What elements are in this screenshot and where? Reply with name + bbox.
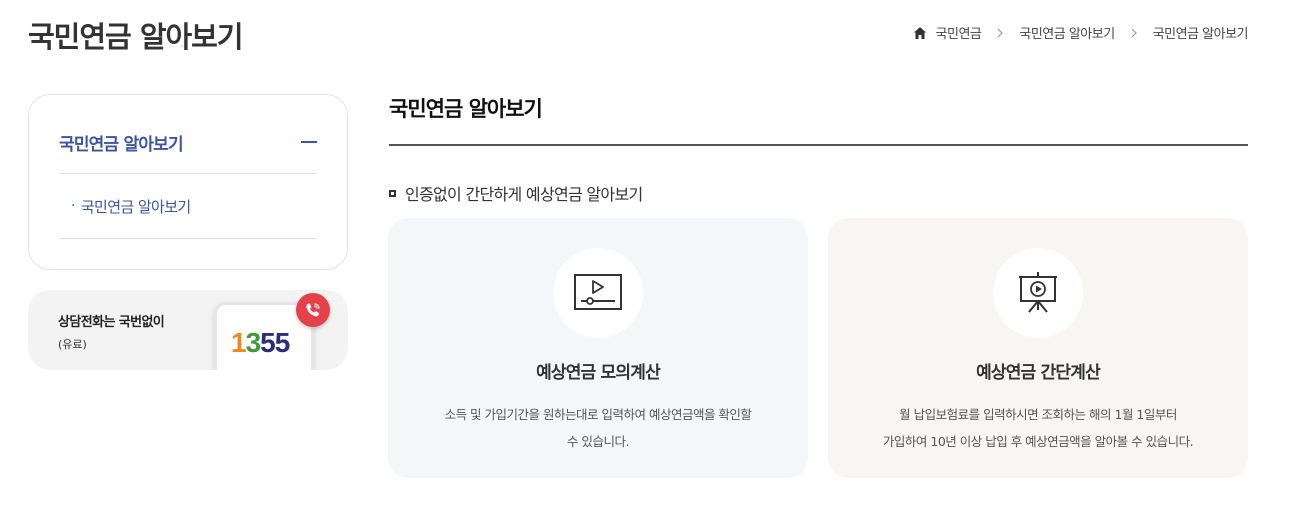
section-heading-label: 인증없이 간단하게 예상연금 알아보기 (405, 185, 643, 204)
side-menu-item-label: 국민연금 알아보기 (80, 197, 191, 216)
card-title: 예상연금 간단계산 (976, 363, 1101, 383)
breadcrumb-item-2[interactable]: 국민연금 알아보기 (1019, 23, 1115, 42)
breadcrumb-item-3[interactable]: 국민연금 알아보기 (1153, 23, 1249, 42)
card-description: 월 납입보험료를 입력하시면 조회하는 해의 1월 1일부터 가입하여 10년 … (882, 407, 1194, 449)
side-menu-item[interactable]: · 국민연금 알아보기 (59, 174, 317, 239)
content-title: 국민연금 알아보기 (389, 97, 543, 121)
call-sub: (유료) (58, 338, 87, 351)
square-bullet-icon (389, 189, 396, 197)
card-description: 소득 및 가입기간을 원하는대로 입력하여 예상연금액을 확인할 수 있습니다. (444, 407, 752, 449)
call-center-box: 상담전화는 국번없이 (유료) 1355 (28, 290, 348, 370)
call-title: 상담전화는 국번없이 (58, 315, 165, 330)
chevron-right-icon (1126, 25, 1142, 41)
card-mock-calculation[interactable]: 예상연금 모의계산 소득 및 가입기간을 원하는대로 입력하여 예상연금액을 확… (388, 218, 808, 478)
phone-icon (296, 293, 330, 327)
home-icon[interactable] (913, 26, 927, 40)
divider (389, 144, 1248, 146)
breadcrumb: 국민연금 국민연금 알아보기 국민연금 알아보기 (913, 23, 1249, 42)
card-icon-circle (553, 248, 643, 338)
video-player-icon (574, 274, 622, 310)
minus-icon[interactable] (301, 141, 317, 143)
phone-number: 1355 (231, 327, 290, 358)
section-heading: 인증없이 간단하게 예상연금 알아보기 (389, 181, 643, 205)
card-simple-calculation[interactable]: 예상연금 간단계산 월 납입보험료를 입력하시면 조회하는 해의 1월 1일부터… (828, 218, 1248, 478)
side-menu-head[interactable]: 국민연금 알아보기 (59, 95, 317, 174)
bullet: · (71, 198, 75, 214)
breadcrumb-item-1[interactable]: 국민연금 (936, 23, 982, 42)
page-title: 국민연금 알아보기 (28, 20, 244, 54)
side-menu: 국민연금 알아보기 · 국민연금 알아보기 (28, 94, 348, 270)
card-icon-circle (993, 248, 1083, 338)
presentation-board-icon (1019, 272, 1057, 313)
card-title: 예상연금 모의계산 (536, 363, 661, 383)
side-menu-head-label: 국민연금 알아보기 (59, 134, 184, 155)
chevron-right-icon (992, 25, 1008, 41)
